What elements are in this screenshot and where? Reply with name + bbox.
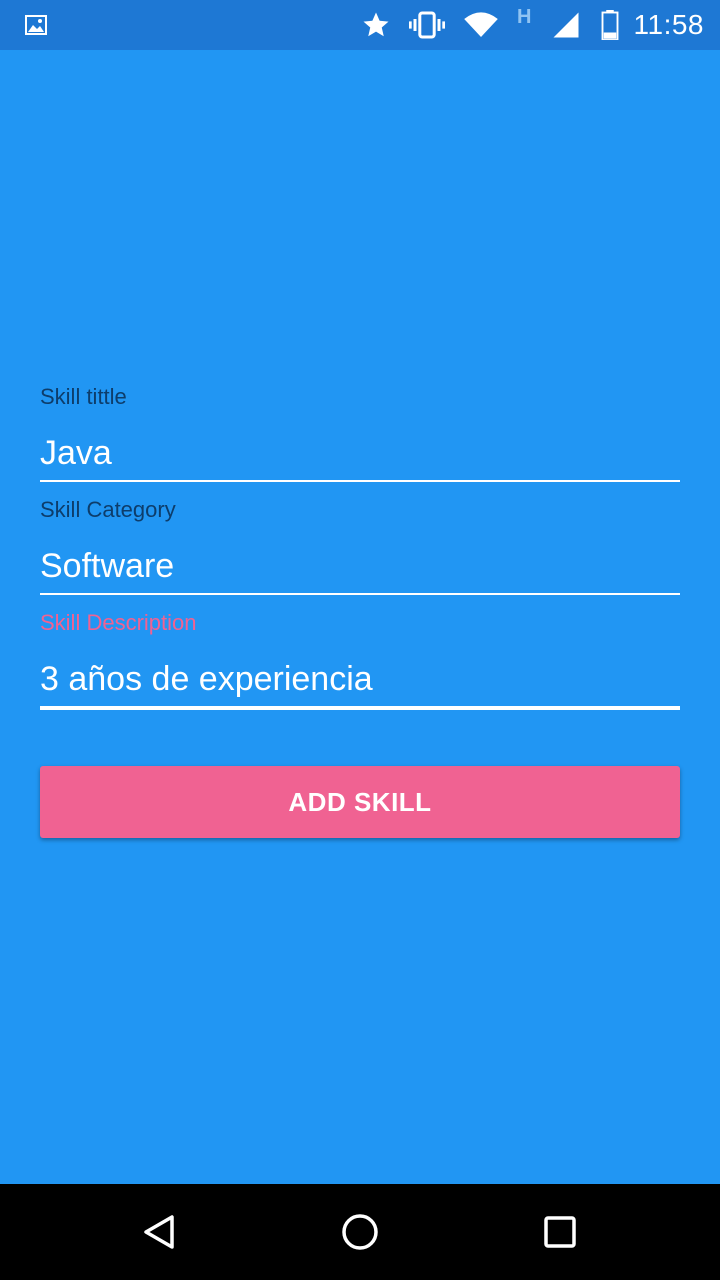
status-bar: H 11:58 xyxy=(0,0,720,50)
skill-description-input[interactable] xyxy=(40,657,680,701)
skill-title-label: Skill tittle xyxy=(40,384,127,409)
back-icon[interactable] xyxy=(136,1208,184,1256)
signal-icon xyxy=(553,12,578,38)
skill-description-underline xyxy=(40,706,680,710)
skill-category-field: Skill Category xyxy=(40,496,680,595)
skill-category-input[interactable] xyxy=(40,544,680,588)
battery-icon xyxy=(601,10,618,40)
recents-icon[interactable] xyxy=(536,1208,584,1256)
home-icon[interactable] xyxy=(336,1208,384,1256)
skill-category-label: Skill Category xyxy=(40,497,176,522)
skill-title-underline xyxy=(40,480,680,482)
star-icon xyxy=(363,12,389,37)
skill-description-field: Skill Description xyxy=(40,609,680,710)
clock: 11:58 xyxy=(633,9,704,40)
skill-category-underline xyxy=(40,593,680,595)
network-type-icon: H xyxy=(517,6,532,28)
navigation-bar xyxy=(0,1184,720,1280)
wifi-icon xyxy=(464,12,498,37)
add-skill-button[interactable]: ADD SKILL xyxy=(40,766,680,838)
vibrate-icon xyxy=(409,11,446,39)
skill-title-field: Skill tittle xyxy=(40,383,680,482)
skill-title-input[interactable] xyxy=(40,431,680,475)
status-icons: H 11:58 xyxy=(343,0,704,50)
skill-description-label: Skill Description xyxy=(40,610,197,635)
image-notification-icon xyxy=(25,15,47,35)
screen: H 11:58 Skill tittle Skill Category Skil… xyxy=(0,0,720,1280)
